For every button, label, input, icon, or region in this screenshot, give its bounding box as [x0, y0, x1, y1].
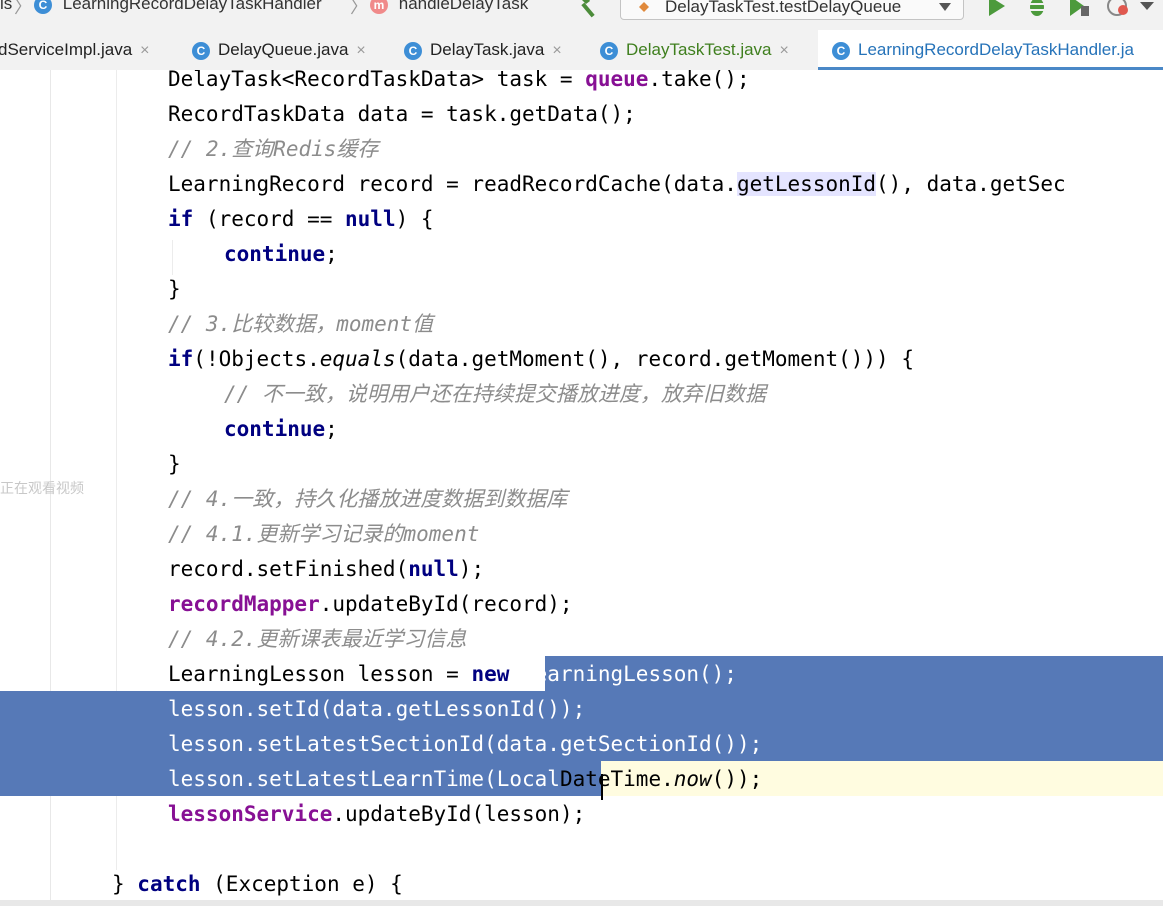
indent-guide: [172, 240, 173, 275]
test-class-icon: C: [600, 41, 618, 60]
more-actions-chevron-icon[interactable]: [1138, 0, 1162, 22]
code-line-7: }: [168, 277, 181, 301]
watching-video-caption: 正在观看视频: [0, 480, 84, 496]
code-line-16: recordMapper.updateById(record);: [168, 592, 573, 616]
code-line-18: LearningLesson lesson = new LearningLess…: [168, 662, 737, 686]
breadcrumb-class-label: LearningRecordDelayTaskHandler: [62, 0, 322, 13]
code-comment: // 3.比较数据，moment值: [168, 312, 434, 336]
tab-service-impl[interactable]: dServiceImpl.java ×: [0, 30, 150, 70]
close-icon[interactable]: ×: [780, 42, 789, 59]
code-comment: // 不一致，说明用户还在持续提交播放进度，放弃旧数据: [224, 382, 766, 406]
code-comment: // 4.2.更新课表最近学习信息: [168, 627, 467, 651]
text-cursor: [601, 774, 603, 800]
tab-delay-queue[interactable]: C DelayQueue.java ×: [192, 30, 366, 70]
breadcrumb-method-label: handleDelayTask: [398, 0, 529, 13]
chevron-down-icon: [939, 3, 951, 11]
class-icon: C: [192, 41, 210, 60]
tab-label: LearningRecordDelayTaskHandler.ja: [858, 40, 1134, 59]
tab-learning-record-delay-task-handler[interactable]: C LearningRecordDelayTaskHandler.ja: [818, 30, 1163, 70]
code-comment: // 2.查询Redis缓存: [168, 137, 379, 161]
debug-icon[interactable]: [1025, 0, 1049, 18]
code-line-12: }: [168, 452, 181, 476]
tab-label: DelayTask.java: [430, 40, 545, 59]
code-editor[interactable]: 正在观看视频 DelayTask<RecordTaskData> task = …: [0, 70, 1163, 900]
code-comment: // 4.1.更新学习记录的moment: [168, 522, 480, 546]
tab-label: DelayQueue.java: [218, 40, 349, 59]
breadcrumb-prefix[interactable]: is: [0, 0, 12, 14]
build-hammer-icon[interactable]: [576, 0, 602, 20]
run-icon[interactable]: [984, 0, 1008, 18]
navigation-bar: is 〉 C LearningRecordDelayTaskHandler 〉 …: [0, 0, 1163, 30]
code-line-5: if (record == null) {: [168, 207, 434, 231]
tab-delay-task-test[interactable]: C DelayTaskTest.java ×: [600, 30, 789, 70]
run-configuration-select[interactable]: DelayTaskTest.testDelayQueue: [620, 0, 964, 20]
coverage-icon[interactable]: [1066, 0, 1090, 18]
code-line-20: lesson.setLatestSectionId(data.getSectio…: [168, 732, 763, 756]
class-icon: C: [404, 41, 422, 60]
code-line-24: } catch (Exception e) {: [112, 872, 403, 896]
close-icon[interactable]: ×: [356, 42, 365, 59]
editor-tabs: dServiceImpl.java × C DelayQueue.java × C De…: [0, 30, 1163, 71]
breadcrumb-separator-icon: 〉: [14, 0, 32, 17]
code-line-2: RecordTaskData data = task.getData();: [168, 102, 636, 126]
usage-highlight: getLessonId: [736, 172, 877, 196]
run-configuration-label: DelayTaskTest.testDelayQueue: [665, 0, 902, 16]
close-icon[interactable]: ×: [140, 42, 149, 59]
code-line-1: DelayTask<RecordTaskData> task = queue.t…: [168, 70, 750, 91]
breadcrumb-class[interactable]: C LearningRecordDelayTaskHandler: [34, 0, 322, 14]
code-line-6: continue;: [224, 242, 338, 266]
close-icon[interactable]: ×: [552, 42, 561, 59]
breadcrumb-separator-icon: 〉: [350, 0, 368, 17]
code-line-11: continue;: [224, 417, 338, 441]
code-line-4: LearningRecord record = readRecordCache(…: [168, 172, 1066, 196]
code-line-19: lesson.setId(data.getLessonId());: [168, 697, 586, 721]
code-line-15: record.setFinished(null);: [168, 557, 485, 581]
tab-label: DelayTaskTest.java: [626, 40, 772, 59]
horizontal-scrollbar[interactable]: [0, 900, 1163, 906]
profiler-icon[interactable]: [1106, 0, 1130, 18]
test-config-icon: [639, 2, 649, 12]
class-icon: C: [34, 0, 52, 14]
code-line-22: lessonService.updateById(lesson);: [168, 802, 586, 826]
code-line-21: lesson.setLatestLearnTime(LocalDateTime.…: [168, 767, 763, 791]
code-line-9: if(!Objects.equals(data.getMoment(), rec…: [168, 347, 914, 371]
breadcrumb-method[interactable]: m handleDelayTask: [370, 0, 528, 14]
code-comment: // 4.一致，持久化播放进度数据到数据库: [168, 487, 568, 511]
tab-label: dServiceImpl.java: [0, 40, 133, 59]
tab-delay-task[interactable]: C DelayTask.java ×: [404, 30, 562, 70]
class-icon: C: [832, 41, 850, 60]
method-icon: m: [370, 0, 388, 14]
